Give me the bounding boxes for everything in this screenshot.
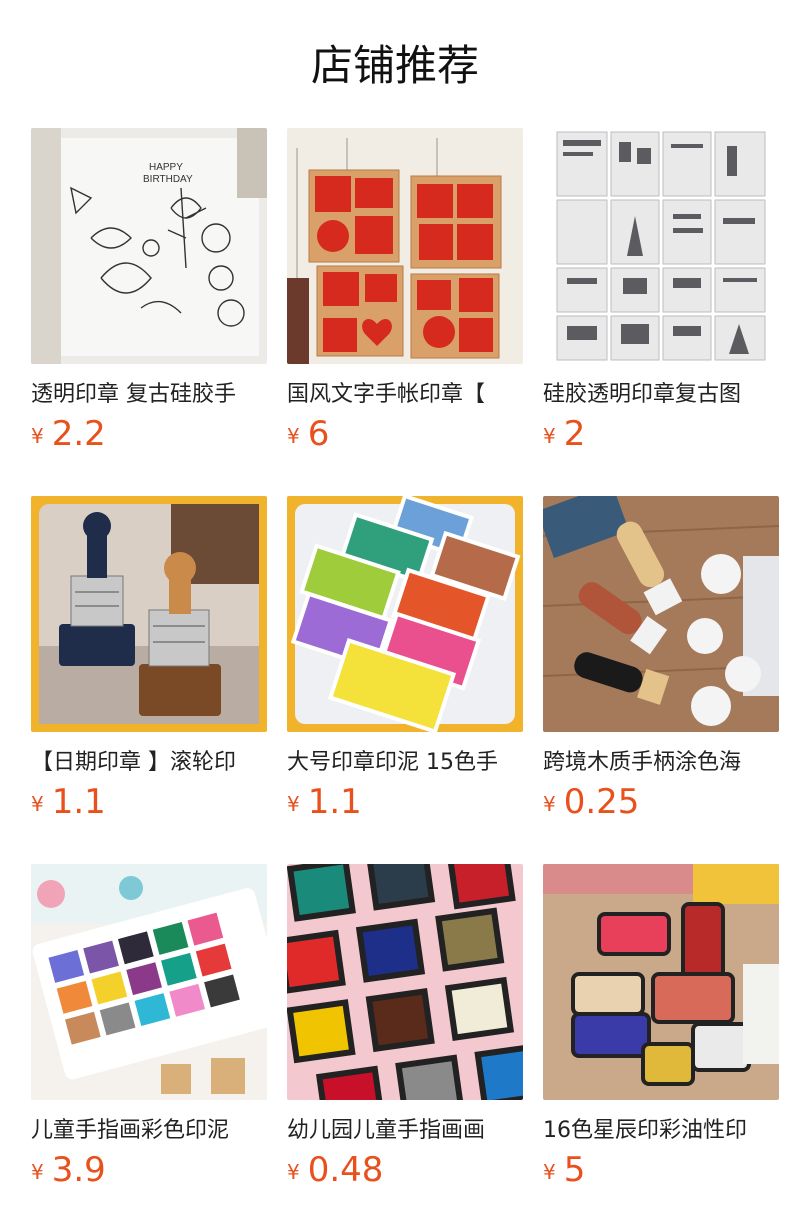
product-card[interactable]: 儿童手指画彩色印泥 ¥3.9 [31, 864, 267, 1194]
currency-symbol: ¥ [543, 1160, 556, 1184]
product-card[interactable]: 跨境木质手柄涂色海 ¥0.25 [543, 496, 779, 826]
price-value: 3.9 [51, 1150, 106, 1190]
product-name[interactable]: 儿童手指画彩色印泥 [31, 1116, 267, 1146]
product-name[interactable]: 幼儿园儿童手指画画 [287, 1116, 523, 1146]
product-card[interactable]: 【日期印章 】滚轮印 ¥1.1 [31, 496, 267, 826]
product-price: ¥0.48 [287, 1150, 523, 1190]
price-value: 6 [307, 414, 330, 454]
currency-symbol: ¥ [31, 424, 44, 448]
product-name[interactable]: 【日期印章 】滚轮印 [31, 748, 267, 778]
currency-symbol: ¥ [31, 792, 44, 816]
product-card[interactable]: 幼儿园儿童手指画画 ¥0.48 [287, 864, 523, 1194]
product-price: ¥5 [543, 1150, 779, 1190]
currency-symbol: ¥ [31, 1160, 44, 1184]
product-price: ¥2 [543, 414, 779, 454]
price-value: 0.48 [307, 1150, 384, 1190]
product-image[interactable] [543, 864, 779, 1100]
svg-text:HAPPY: HAPPY [149, 162, 183, 173]
product-price: ¥6 [287, 414, 523, 454]
price-value: 2.2 [51, 414, 106, 454]
currency-symbol: ¥ [287, 1160, 300, 1184]
page-title: 店铺推荐 [310, 41, 479, 90]
product-image[interactable] [31, 496, 267, 732]
price-value: 5 [563, 1150, 586, 1190]
currency-symbol: ¥ [287, 792, 300, 816]
svg-text:BIRTHDAY: BIRTHDAY [143, 174, 193, 185]
product-image[interactable]: HAPPY BIRTHDAY [31, 128, 267, 364]
product-card[interactable]: 国风文字手帐印章【 ¥6 [287, 128, 523, 458]
product-image[interactable] [543, 128, 779, 364]
product-name[interactable]: 跨境木质手柄涂色海 [543, 748, 779, 778]
product-name[interactable]: 硅胶透明印章复古图 [543, 380, 779, 410]
product-name[interactable]: 透明印章 复古硅胶手 [31, 380, 267, 410]
price-value: 0.25 [563, 782, 640, 822]
product-price: ¥3.9 [31, 1150, 267, 1190]
price-value: 1.1 [51, 782, 106, 822]
product-name[interactable]: 16色星辰印彩油性印 [543, 1116, 779, 1146]
product-image[interactable] [287, 128, 523, 364]
product-card[interactable]: HAPPY BIRTHDAY 透明印章 复古硅胶手 ¥2.2 [31, 128, 267, 458]
product-name[interactable]: 大号印章印泥 15色手 [287, 748, 523, 778]
price-value: 2 [563, 414, 586, 454]
product-price: ¥1.1 [287, 782, 523, 822]
currency-symbol: ¥ [287, 424, 300, 448]
product-image[interactable] [287, 496, 523, 732]
product-image[interactable] [543, 496, 779, 732]
product-image[interactable] [31, 864, 267, 1100]
product-price: ¥1.1 [31, 782, 267, 822]
currency-symbol: ¥ [543, 792, 556, 816]
product-card[interactable]: 大号印章印泥 15色手 ¥1.1 [287, 496, 523, 826]
product-image[interactable] [287, 864, 523, 1100]
product-name[interactable]: 国风文字手帐印章【 [287, 380, 523, 410]
product-price: ¥0.25 [543, 782, 779, 822]
price-value: 1.1 [307, 782, 362, 822]
product-price: ¥2.2 [31, 414, 267, 454]
product-card[interactable]: 硅胶透明印章复古图 ¥2 [543, 128, 779, 458]
product-card[interactable]: 16色星辰印彩油性印 ¥5 [543, 864, 779, 1194]
currency-symbol: ¥ [543, 424, 556, 448]
